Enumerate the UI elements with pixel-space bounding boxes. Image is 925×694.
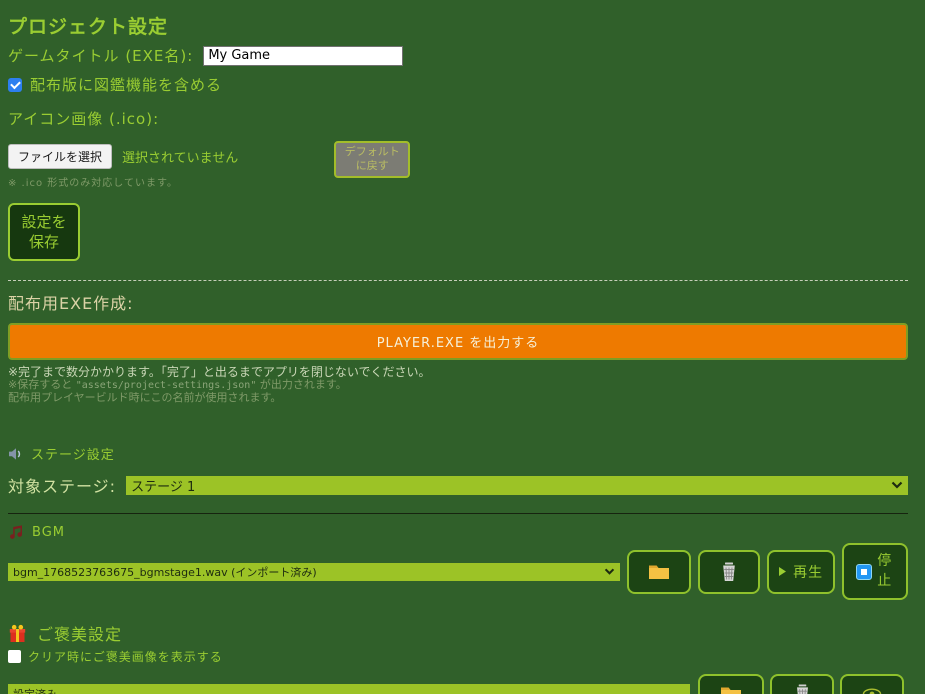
export-player-exe-button[interactable]: PLAYER.EXE を出力する (8, 323, 908, 360)
export-note-3: 配布用プレイヤービルド時にこの名前が使用されます。 (8, 392, 908, 404)
dashed-divider (8, 280, 908, 281)
export-note-2-prefix: ※保存すると (8, 378, 76, 391)
export-note-1: ※完了まで数分かかります。「完了」と出るまでアプリを閉じないでください。 (8, 366, 908, 379)
file-none-text: 選択されていません (122, 147, 238, 166)
include-zukan-label: 配布版に図鑑機能を含める (30, 74, 222, 95)
ico-format-note: ※ .ico 形式のみ対応しています。 (8, 174, 238, 189)
stage-section-heading: ステージ設定 (8, 444, 908, 463)
stage-section-title: ステージ設定 (31, 444, 115, 463)
target-stage-label: 対象ステージ: (8, 473, 116, 497)
reward-checkbox-row[interactable]: クリア時にご褒美画像を表示する (8, 648, 908, 665)
main-content: プロジェクト設定 ゲームタイトル (EXE名): 配布版に図鑑機能を含める アイ… (0, 0, 925, 694)
icon-file-left: ファイルを選択 選択されていません ※ .ico 形式のみ対応しています。 (8, 141, 238, 189)
bgm-controls-row: bgm_1768523763675_bgmstage1.wav (インポート済み… (8, 543, 908, 600)
folder-icon (720, 685, 742, 694)
target-stage-value: ステージ 1 (131, 476, 891, 495)
icon-file-row: ファイルを選択 選択されていません (8, 144, 238, 169)
export-note-2-suffix: が出力されます。 (256, 378, 346, 391)
bgm-file-select[interactable]: bgm_1768523763675_bgmstage1.wav (インポート済み… (8, 563, 620, 581)
show-reward-checkbox[interactable] (8, 650, 21, 663)
bgm-delete-button[interactable] (698, 550, 760, 594)
reset-default-button[interactable]: デフォルトに戻す (334, 141, 410, 178)
reward-section-heading: ご褒美設定 (8, 621, 908, 645)
reward-preview-button[interactable] (840, 674, 904, 694)
bgm-section-title: BGM (32, 525, 65, 540)
reward-status-value: 設定済み (13, 686, 685, 694)
project-settings-screen: プロジェクト設定 ゲームタイトル (EXE名): 配布版に図鑑機能を含める アイ… (0, 0, 925, 694)
settings-json-path: "assets/project-settings.json" (76, 380, 257, 391)
divider (8, 513, 908, 514)
bgm-folder-button[interactable] (627, 550, 691, 594)
eye-icon (862, 688, 882, 694)
stage-select-row: 対象ステージ: ステージ 1 (8, 473, 908, 497)
reward-controls-row: 設定済み (8, 673, 908, 694)
include-zukan-checkbox[interactable] (8, 78, 22, 92)
play-icon (778, 566, 787, 577)
bgm-play-label: 再生 (793, 562, 823, 582)
bgm-file-value: bgm_1768523763675_bgmstage1.wav (インポート済み… (13, 564, 604, 580)
bgm-play-button[interactable]: 再生 (767, 550, 835, 594)
bgm-stop-label: 停止 (877, 552, 893, 591)
exe-build-heading: 配布用EXE作成: (8, 290, 908, 314)
music-note-icon (8, 524, 24, 540)
speaker-icon (8, 447, 23, 461)
chevron-down-icon (891, 481, 903, 489)
stop-icon (856, 564, 872, 580)
reward-folder-button[interactable] (698, 674, 764, 694)
show-reward-label: クリア時にご褒美画像を表示する (28, 648, 223, 665)
bgm-section-heading: BGM (8, 524, 908, 540)
page-title: プロジェクト設定 (8, 16, 908, 38)
icon-file-block: ファイルを選択 選択されていません ※ .ico 形式のみ対応しています。 デフ… (8, 141, 908, 189)
save-settings-button[interactable]: 設定を保存 (8, 203, 80, 261)
target-stage-select[interactable]: ステージ 1 (126, 476, 908, 495)
chevron-down-icon (604, 568, 615, 575)
trash-icon (794, 684, 811, 694)
icon-image-label: アイコン画像 (.ico): (8, 108, 908, 129)
bgm-stop-button[interactable]: 停止 (842, 543, 908, 600)
trash-icon (720, 562, 738, 582)
game-title-label: ゲームタイトル (EXE名): (8, 45, 193, 66)
folder-icon (648, 563, 670, 580)
reward-status-bar[interactable]: 設定済み (8, 684, 690, 694)
gift-icon (8, 624, 27, 643)
file-select-button[interactable]: ファイルを選択 (8, 144, 112, 169)
game-title-row: ゲームタイトル (EXE名): (8, 45, 908, 66)
game-title-input[interactable] (203, 46, 403, 66)
reward-delete-button[interactable] (770, 674, 834, 694)
include-zukan-row[interactable]: 配布版に図鑑機能を含める (8, 74, 908, 95)
reward-section-title: ご褒美設定 (37, 621, 122, 645)
